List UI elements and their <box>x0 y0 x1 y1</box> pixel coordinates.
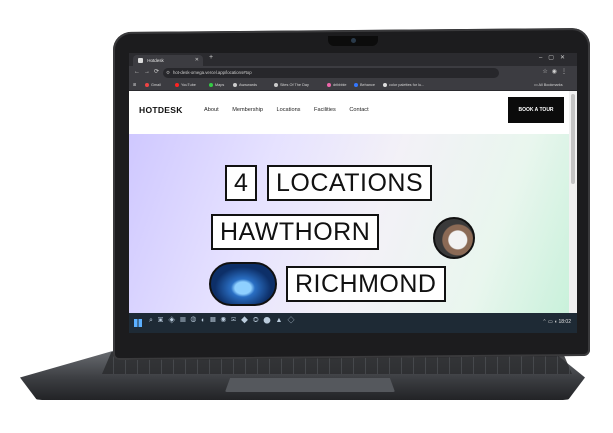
site-logo[interactable]: HOTDESK <box>139 105 183 115</box>
bookmark-color-palettes[interactable]: color palettes for lu... <box>383 81 424 89</box>
book-a-tour-button[interactable]: BOOK A TOUR <box>508 97 564 123</box>
hawthorn-heading[interactable]: HAWTHORN <box>211 214 380 250</box>
address-toolbar: ←→⟳ ⚙ hot-desk-omega.vercel.app/location… <box>129 66 577 80</box>
toolbar-right-icons[interactable]: ☆◉⋮ <box>542 68 571 75</box>
bookmark-maps[interactable]: Maps <box>209 81 224 89</box>
awwwards-icon <box>233 83 237 87</box>
all-bookmarks[interactable]: ▭ All Bookmarks <box>534 81 563 89</box>
camera-icon <box>351 38 356 43</box>
dribbble-icon <box>327 83 331 87</box>
tray-icons: ⌃ ▭ ◖ <box>542 319 559 325</box>
bookmark-youtube[interactable]: YouTube <box>175 81 196 89</box>
location-count: 4 <box>225 165 258 201</box>
bookmark-gmail[interactable]: Gmail <box>145 81 161 89</box>
richmond-photo <box>209 262 277 306</box>
bookmark-sites-of-the-day[interactable]: Sites Of The Day <box>274 81 309 89</box>
nav-facilities[interactable]: Facilities <box>314 107 336 113</box>
window-controls[interactable]: –▢✕ <box>539 54 571 61</box>
windows-start-icon[interactable] <box>134 319 142 327</box>
tab-title: Hotdesk <box>147 58 164 63</box>
system-tray[interactable]: ⌃ ▭ ◖ 18:02 <box>542 319 571 325</box>
hero-section: 4 LOCATIONS HAWTHORN RICHMOND <box>129 134 569 313</box>
nav-buttons[interactable]: ←→⟳ <box>134 68 163 75</box>
bookmarks-bar: ⊞ Gmail YouTube Maps Awwwards Sites Of T… <box>129 80 577 91</box>
favicon-icon <box>138 58 143 63</box>
behance-icon <box>354 83 358 87</box>
windows-taskbar: ⌕▣◈▤◍◐▦◉✉◆◎⬤▲◇ ⌃ ▭ ◖ 18:02 <box>129 313 577 333</box>
site-nav: About Membership Locations Facilities Co… <box>204 107 381 113</box>
bookmark-awwwards[interactable]: Awwwards <box>233 81 257 89</box>
browser-tab[interactable]: Hotdesk ✕ <box>133 55 203 66</box>
url-text: hot-desk-omega.vercel.app/locations#top <box>173 70 252 75</box>
bookmark-behance[interactable]: Behance <box>354 81 375 89</box>
gmail-icon <box>145 83 149 87</box>
apps-icon[interactable]: ⊞ <box>133 81 136 89</box>
maps-icon <box>209 83 213 87</box>
site-info-icon[interactable]: ⚙ <box>166 68 170 78</box>
close-icon[interactable]: ✕ <box>195 55 199 66</box>
site-header: HOTDESK About Membership Locations Facil… <box>129 91 569 134</box>
new-tab-icon[interactable]: + <box>209 54 213 61</box>
nav-about[interactable]: About <box>204 107 219 113</box>
nav-contact[interactable]: Contact <box>349 107 368 113</box>
bookmark-dribbble[interactable]: dribbble <box>327 81 347 89</box>
youtube-icon <box>175 83 179 87</box>
richmond-heading[interactable]: RICHMOND <box>286 266 446 302</box>
hawthorn-photo <box>433 217 475 259</box>
browser-tab-bar: Hotdesk ✕ + –▢✕ <box>129 53 577 66</box>
palette-icon <box>383 83 387 87</box>
laptop-screen: Hotdesk ✕ + –▢✕ ←→⟳ ⚙ hot-desk-omega.ver… <box>129 53 577 333</box>
url-field[interactable]: ⚙ hot-desk-omega.vercel.app/locations#to… <box>163 68 499 78</box>
nav-membership[interactable]: Membership <box>232 107 263 113</box>
nav-locations[interactable]: Locations <box>277 107 301 113</box>
sotd-icon <box>274 83 278 87</box>
clock-time: 18:02 <box>558 319 571 325</box>
locations-heading: LOCATIONS <box>267 165 433 201</box>
taskbar-app-icons[interactable]: ⌕▣◈▤◍◐▦◉✉◆◎⬤▲◇ <box>149 317 299 325</box>
trackpad <box>225 378 395 392</box>
scrollbar-thumb[interactable] <box>571 94 575 184</box>
